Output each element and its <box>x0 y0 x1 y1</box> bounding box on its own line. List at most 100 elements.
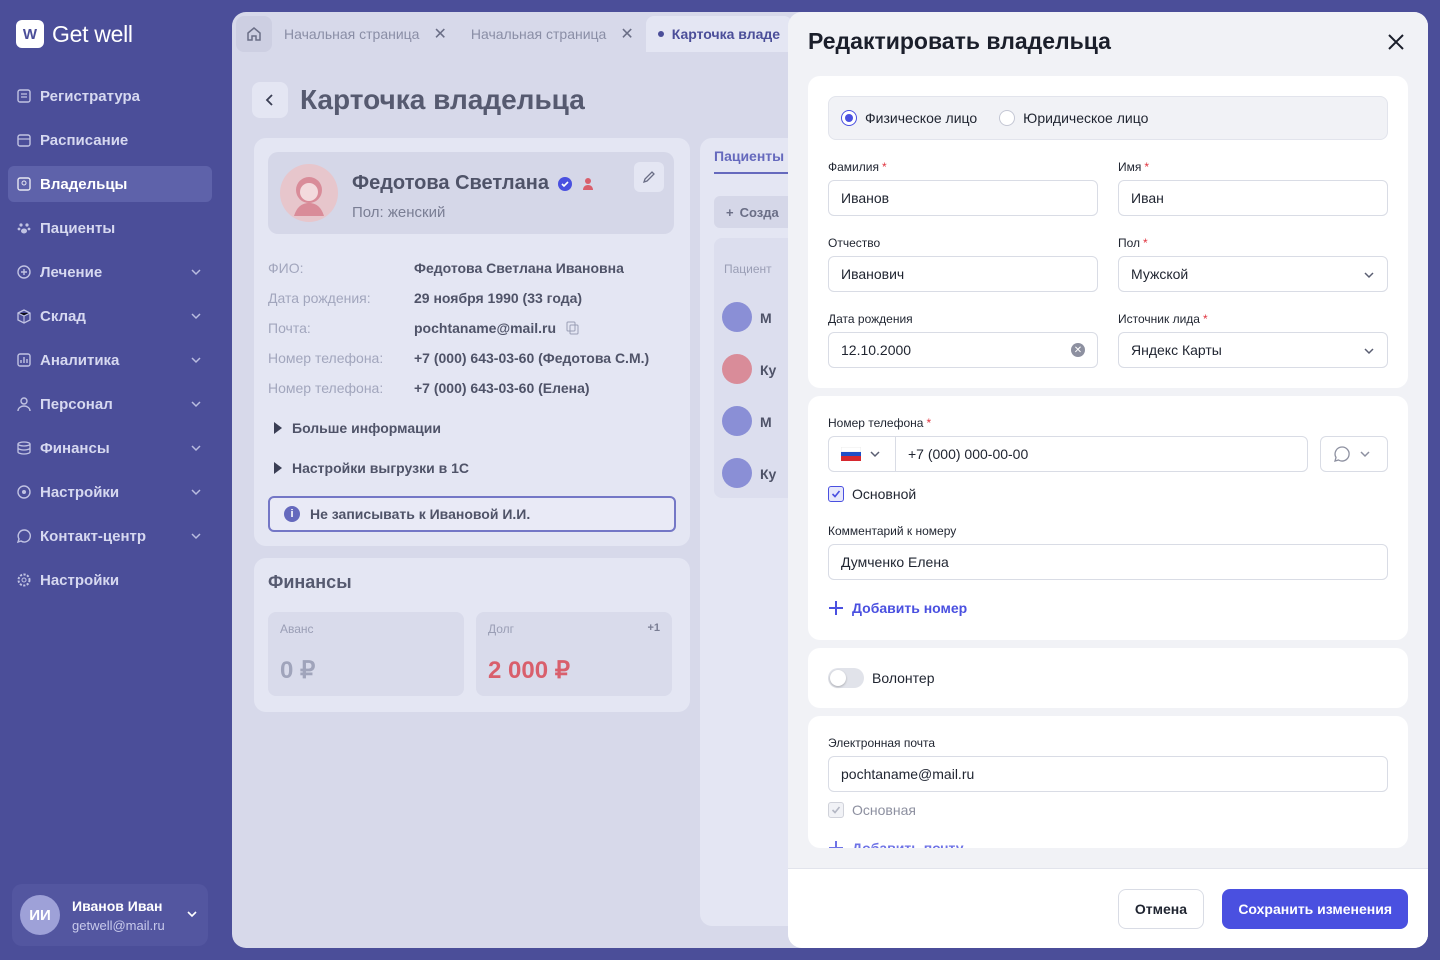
volunteer-label: Волонтер <box>872 670 935 686</box>
pencil-icon <box>642 171 655 184</box>
phone-comment-label: Комментарий к номеру <box>828 524 957 538</box>
debt-label: Долг <box>488 622 515 636</box>
add-phone-button[interactable]: Добавить номер <box>828 600 967 616</box>
sidebar-item-1[interactable]: Расписание <box>8 122 212 158</box>
patient-name[interactable]: Ку <box>760 362 776 378</box>
patient-list-header: Пациент <box>724 262 772 276</box>
patient-name[interactable]: М <box>760 414 772 430</box>
sidebar-item-6[interactable]: Аналитика <box>8 342 212 378</box>
lead-source-select[interactable]: Яндекс Карты <box>1118 332 1388 368</box>
sex-label: Пол * <box>1118 236 1148 250</box>
radio-physical[interactable]: Физическое лицо <box>841 110 977 126</box>
modal-title: Редактировать владельца <box>808 28 1111 54</box>
sidebar-item-9[interactable]: Настройки <box>8 474 212 510</box>
close-icon[interactable]: ✕ <box>433 24 446 44</box>
sidebar-item-11[interactable]: Настройки <box>8 562 212 598</box>
owner-info-card: Федотова Светлана Пол: женский ФИО: Федот… <box>254 138 690 546</box>
sidebar-item-label: Владельцы <box>40 175 128 193</box>
sidebar-item-2[interactable]: Владельцы <box>8 166 212 202</box>
chevron-down-icon <box>1360 451 1370 458</box>
patient-name[interactable]: М <box>760 310 772 326</box>
owners-icon <box>17 177 31 191</box>
radio-label: Юридическое лицо <box>1023 110 1149 126</box>
info-key: Номер телефона: <box>268 350 384 366</box>
sidebar-item-5[interactable]: Склад <box>8 298 212 334</box>
radio-legal[interactable]: Юридическое лицо <box>999 110 1148 126</box>
phone-input[interactable]: +7 (000) 000-00-00 <box>895 436 1308 472</box>
patient-name[interactable]: Ку <box>760 466 776 482</box>
info-value: pochtaname@mail.ru <box>414 320 557 336</box>
country-code-select[interactable] <box>828 436 896 472</box>
debt-box[interactable]: Долг +1 2 000 ₽ <box>476 612 672 696</box>
modal-footer: Отмена Сохранить изменения <box>788 868 1428 948</box>
chevron-down-icon <box>191 533 201 540</box>
analytics-icon <box>17 353 31 367</box>
first-name-input[interactable]: Иван <box>1118 180 1388 216</box>
create-label: Созда <box>739 204 779 220</box>
email-label: Электронная почта <box>828 736 936 750</box>
logo[interactable]: W Get well <box>16 20 133 48</box>
clear-icon[interactable]: ✕ <box>1071 343 1085 357</box>
home-tab[interactable] <box>236 16 272 52</box>
sidebar-item-label: Персонал <box>40 395 113 413</box>
save-button[interactable]: Сохранить изменения <box>1222 889 1408 929</box>
info-value: +7 (000) 643-03-60 (Елена) <box>414 380 590 396</box>
phone-main-checkbox[interactable]: Основной <box>828 486 916 502</box>
advance-value: 0 ₽ <box>280 657 316 684</box>
radio-label: Физическое лицо <box>865 110 978 126</box>
messenger-select[interactable] <box>1320 436 1388 472</box>
sidebar-item-3[interactable]: Пациенты <box>8 210 212 246</box>
email-main-checkbox[interactable]: Основная <box>828 802 916 818</box>
user-card[interactable]: ИИ Иванов Иван getwell@mail.ru <box>12 884 208 946</box>
close-icon[interactable] <box>1384 30 1408 54</box>
patient-avatar <box>722 302 752 332</box>
tab-home-2[interactable]: Начальная страница ✕ <box>459 16 646 52</box>
patronymic-input[interactable]: Иванович <box>828 256 1098 292</box>
volunteer-toggle[interactable] <box>828 668 864 688</box>
tab-home-1[interactable]: Начальная страница ✕ <box>272 16 459 52</box>
chevron-down-icon[interactable] <box>186 908 198 920</box>
checkbox-label: Основной <box>852 486 917 502</box>
caret-right-icon <box>274 422 282 434</box>
chevron-down-icon <box>870 451 880 458</box>
copy-icon[interactable] <box>566 321 580 335</box>
tab-owner-card[interactable]: Карточка владе <box>645 16 793 52</box>
finance-card: Финансы Аванс 0 ₽ Долг +1 2 000 ₽ <box>254 558 690 712</box>
owner-avatar <box>280 164 338 222</box>
sidebar-item-10[interactable]: Контакт-центр <box>8 518 212 554</box>
person-alert-icon <box>582 177 593 190</box>
sidebar-item-label: Пациенты <box>40 219 116 237</box>
birth-date-input[interactable]: 12.10.2000 ✕ <box>828 332 1098 368</box>
cancel-button[interactable]: Отмена <box>1117 889 1204 929</box>
chevron-left-icon <box>265 94 273 106</box>
phone-comment-input[interactable]: Думченко Елена <box>828 544 1388 580</box>
info-value: Федотова Светлана Ивановна <box>414 260 624 276</box>
sidebar-item-8[interactable]: Финансы <box>8 430 212 466</box>
more-info-expander[interactable]: Больше информации <box>274 420 441 436</box>
edit-owner-button[interactable] <box>634 162 664 192</box>
sex-select[interactable]: Мужской <box>1118 256 1388 292</box>
back-button[interactable] <box>252 82 288 118</box>
chevron-down-icon <box>191 401 201 408</box>
lead-source-label: Источник лида * <box>1118 312 1208 326</box>
box-icon <box>17 309 31 324</box>
first-name-label: Имя * <box>1118 160 1150 174</box>
person-icon <box>17 397 31 412</box>
email-input[interactable]: pochtaname@mail.ru <box>828 756 1388 792</box>
tab-patients[interactable]: Пациенты <box>714 148 794 174</box>
checkbox-checked-icon <box>828 802 844 818</box>
last-name-input[interactable]: Иванов <box>828 180 1098 216</box>
sidebar-item-label: Настройки <box>40 483 120 501</box>
tab-label: Начальная страница <box>284 26 420 42</box>
sidebar-item-0[interactable]: Регистратура <box>8 78 212 114</box>
close-icon[interactable]: ✕ <box>620 24 633 44</box>
add-email-button[interactable]: Добавить почту <box>828 840 963 848</box>
caret-right-icon <box>274 462 282 474</box>
sidebar-item-7[interactable]: Персонал <box>8 386 212 422</box>
sidebar-item-4[interactable]: Лечение <box>8 254 212 290</box>
export-1c-expander[interactable]: Настройки выгрузки в 1С <box>274 460 469 476</box>
last-name-label: Фамилия * <box>828 160 887 174</box>
expander-label: Настройки выгрузки в 1С <box>292 460 469 476</box>
phone-label: Номер телефона * <box>828 416 932 430</box>
chevron-down-icon <box>191 445 201 452</box>
